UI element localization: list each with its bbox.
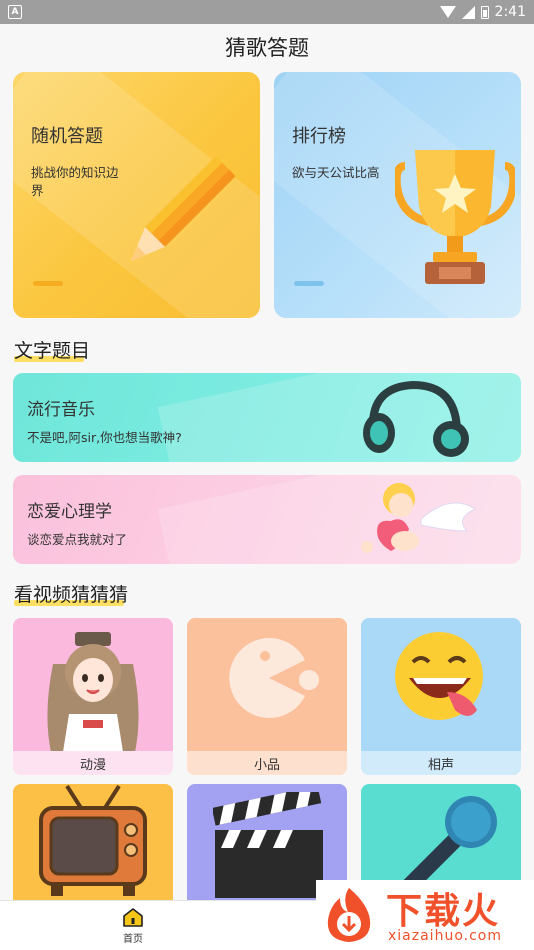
ranking-title: 排行榜 bbox=[292, 126, 346, 147]
video-category-crosstalk[interactable]: 相声 bbox=[361, 618, 521, 775]
random-quiz-card[interactable]: 随机答题 挑战你的知识边界 bbox=[13, 72, 260, 318]
card-indicator bbox=[33, 281, 63, 286]
video-category-anime[interactable]: 动漫 bbox=[13, 618, 173, 775]
app-notification-icon: A bbox=[8, 5, 22, 19]
battery-icon bbox=[480, 5, 489, 19]
card-indicator bbox=[294, 281, 324, 286]
tile-label: 相声 bbox=[361, 751, 521, 775]
status-time: 2:41 bbox=[494, 4, 526, 20]
pacman-icon bbox=[229, 638, 319, 718]
love-psychology-subtitle: 谈恋爱点我就对了 bbox=[27, 532, 128, 547]
ranking-card[interactable]: 排行榜 欲与天公试比高 bbox=[274, 72, 521, 318]
page-title: 猜歌答题 bbox=[225, 36, 309, 60]
flame-logo-icon bbox=[327, 888, 371, 942]
wifi-icon bbox=[439, 6, 456, 18]
pop-music-subtitle: 不是吧,阿sir,你也想当歌神? bbox=[27, 430, 182, 445]
love-psychology-card[interactable]: 恋爱心理学 谈恋爱点我就对了 bbox=[13, 475, 521, 564]
watermark: 下载火 xiazaihuo.com bbox=[316, 880, 534, 950]
tv-icon bbox=[39, 784, 147, 896]
clapperboard-icon bbox=[213, 792, 323, 898]
section-title-text-questions: 文字题目 bbox=[14, 336, 90, 363]
video-category-tv[interactable] bbox=[13, 784, 173, 904]
trophy-illustration bbox=[395, 150, 515, 284]
headphones-icon bbox=[363, 380, 469, 457]
laughing-emoji-icon bbox=[395, 632, 483, 720]
pop-music-card[interactable]: 流行音乐 不是吧,阿sir,你也想当歌神? bbox=[13, 373, 521, 462]
pencil-illustration bbox=[130, 156, 236, 262]
anime-girl-illustration bbox=[47, 632, 139, 752]
status-bar: A 2:41 bbox=[0, 0, 534, 24]
nav-home[interactable]: 首页 bbox=[112, 907, 154, 945]
love-psychology-title: 恋爱心理学 bbox=[27, 502, 112, 522]
ranking-subtitle: 欲与天公试比高 bbox=[292, 165, 380, 180]
home-icon bbox=[123, 908, 143, 927]
nav-home-label: 首页 bbox=[123, 934, 143, 945]
section-title-video-guess: 看视频猜猜猜 bbox=[14, 580, 128, 607]
watermark-url: xiazaihuo.com bbox=[388, 928, 502, 944]
section-label: 文字题目 bbox=[14, 340, 91, 362]
pop-music-title: 流行音乐 bbox=[27, 400, 95, 420]
tile-label: 小品 bbox=[187, 751, 347, 775]
signal-icon bbox=[461, 5, 475, 19]
tile-label: 动漫 bbox=[13, 751, 173, 775]
random-quiz-title: 随机答题 bbox=[31, 126, 103, 147]
watermark-text: 下载火 bbox=[386, 891, 501, 932]
video-category-skit[interactable]: 小品 bbox=[187, 618, 347, 775]
cupid-icon bbox=[361, 483, 476, 553]
section-label: 看视频猜猜猜 bbox=[14, 584, 129, 606]
